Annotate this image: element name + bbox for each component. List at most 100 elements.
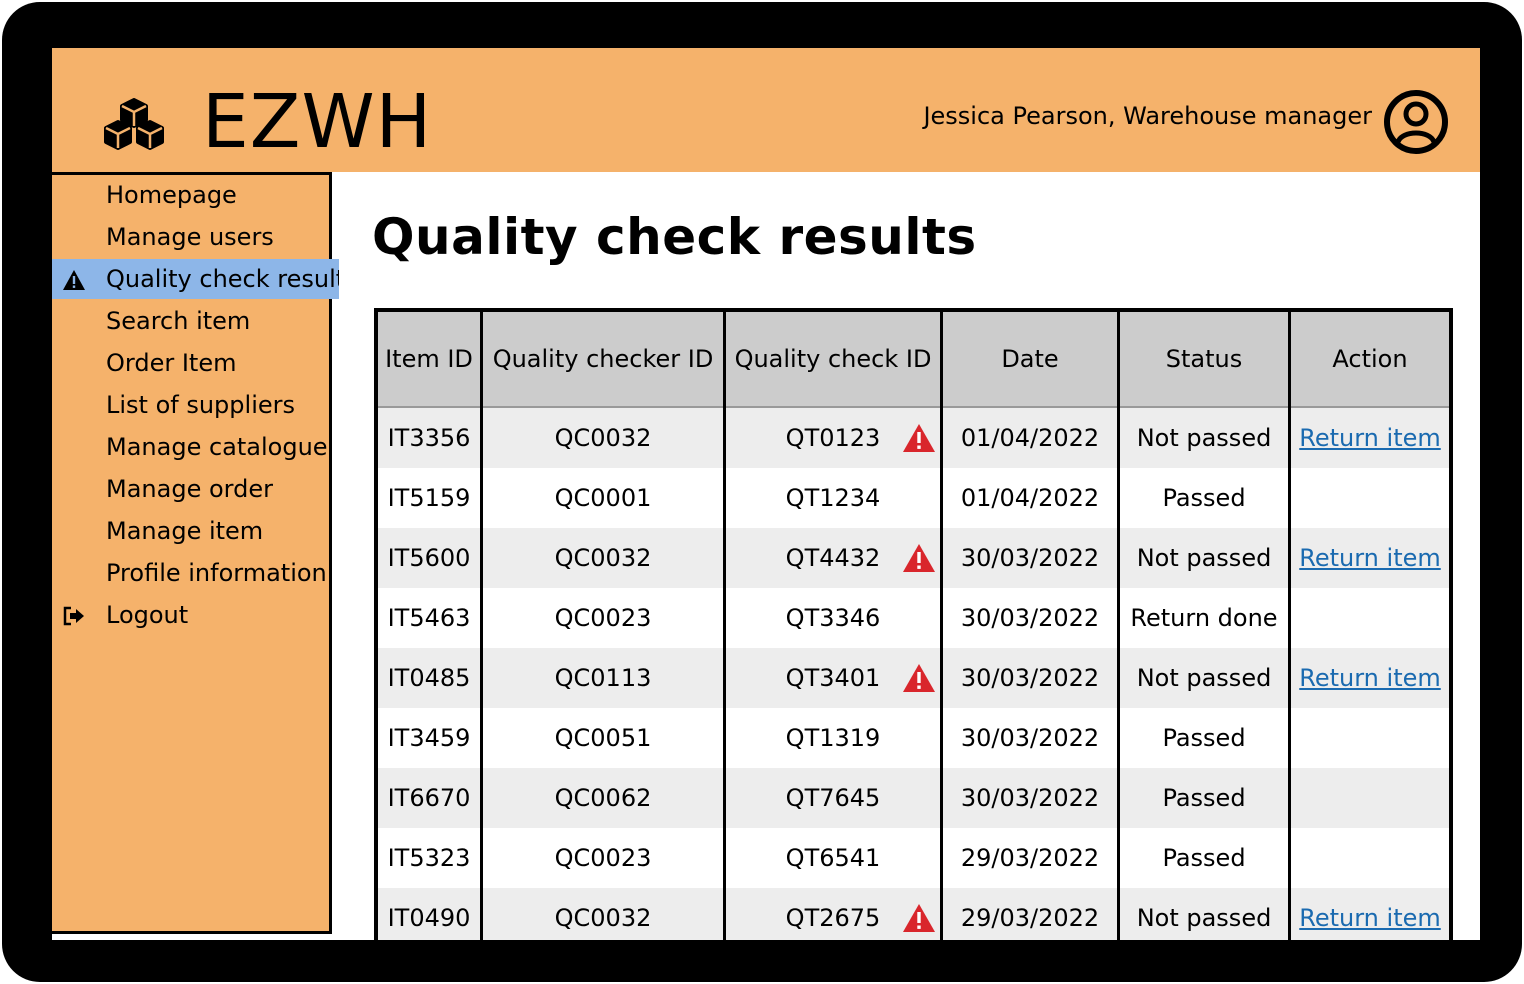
table-row: IT0485 QC0113 QT3401 30/03/2022 Not passed Re… [374, 648, 1453, 708]
cell-quality-check-id: QT1319 [723, 708, 943, 768]
app-screen: EZWH Jessica Pearson, Warehouse manager … [52, 48, 1480, 940]
warning-icon [903, 424, 935, 452]
column-header-quality-checker-id: Quality checker ID [480, 310, 726, 408]
cell-status: Not passed [1117, 407, 1291, 468]
column-header-date: Date [940, 310, 1120, 408]
cell-quality-checker-id: QC0032 [480, 407, 726, 468]
table-row: IT6670 QC0062 QT7645 30/03/2022 Passed [374, 768, 1453, 828]
cell-status-text: Not passed [1136, 424, 1272, 452]
sidebar-item-label: Search item [106, 307, 251, 335]
table-row: IT5323 QC0023 QT6541 29/03/2022 Passed [374, 828, 1453, 888]
table-row: IT5463 QC0023 QT3346 30/03/2022 Return done [374, 588, 1453, 648]
table-row: IT3459 QC0051 QT1319 30/03/2022 Passed [374, 708, 1453, 768]
cell-quality-checker-id-text: QC0032 [554, 424, 652, 452]
cell-status-text: Passed [1162, 724, 1246, 752]
sidebar-item-label: Logout [106, 601, 189, 629]
sidebar-item-label: Manage users [106, 223, 274, 251]
cell-status-text: Return done [1130, 604, 1278, 632]
cell-action [1288, 828, 1453, 888]
cell-quality-check-id-text: QT6541 [785, 844, 881, 872]
warning-icon [903, 664, 935, 692]
cell-quality-check-id: QT1234 [723, 468, 943, 528]
cell-status-text: Not passed [1136, 664, 1272, 692]
column-header-item-id: Item ID [374, 310, 483, 408]
sidebar-item-quality-check-results[interactable]: Quality check results [52, 259, 339, 299]
sidebar-item-list-of-suppliers[interactable]: List of suppliers [52, 385, 339, 425]
cell-item-id-text: IT3356 [387, 424, 471, 452]
cell-item-id-text: IT6670 [387, 784, 471, 812]
warning-icon [63, 270, 85, 290]
table-row: IT0490 QC0032 QT2675 29/03/2022 Not passed Re… [374, 888, 1453, 940]
cell-quality-checker-id: QC0032 [480, 528, 726, 588]
sidebar-item-search-item[interactable]: Search item [52, 301, 339, 341]
sidebar-item-order-item[interactable]: Order Item [52, 343, 339, 383]
app-header: EZWH Jessica Pearson, Warehouse manager [52, 48, 1480, 172]
user-avatar-icon[interactable] [1384, 90, 1448, 154]
cell-quality-checker-id: QC0051 [480, 708, 726, 768]
cell-item-id-text: IT3459 [387, 724, 471, 752]
return-item-link[interactable]: Return item [1299, 544, 1441, 572]
table-header-row: Item ID Quality checker ID Quality check… [374, 310, 1453, 408]
return-item-link[interactable]: Return item [1299, 904, 1441, 932]
cell-date: 29/03/2022 [940, 828, 1120, 888]
cell-action [1288, 708, 1453, 768]
cell-item-id: IT6670 [374, 768, 483, 828]
cell-quality-checker-id-text: QC0032 [554, 904, 652, 932]
sidebar-item-logout[interactable]: Logout [52, 595, 339, 635]
cell-item-id-text: IT5323 [387, 844, 471, 872]
cell-quality-check-id-text: QT7645 [785, 784, 881, 812]
cell-date: 30/03/2022 [940, 528, 1120, 588]
sidebar-item-homepage[interactable]: Homepage [52, 175, 339, 215]
return-item-link[interactable]: Return item [1299, 664, 1441, 692]
cell-quality-check-id: QT2675 [723, 888, 943, 940]
cell-quality-check-id: QT0123 [723, 407, 943, 468]
cell-date: 30/03/2022 [940, 588, 1120, 648]
cell-item-id: IT5323 [374, 828, 483, 888]
device-frame: EZWH Jessica Pearson, Warehouse manager … [2, 2, 1522, 982]
sidebar-nav: Homepage Manage users Quality check resu… [52, 172, 339, 934]
app-brand: EZWH [202, 79, 433, 165]
return-item-link[interactable]: Return item [1299, 424, 1441, 452]
sidebar-item-label: Manage item [106, 517, 264, 545]
cell-quality-checker-id-text: QC0023 [554, 844, 652, 872]
sidebar-item-manage-users[interactable]: Manage users [52, 217, 339, 257]
table-row: IT3356 QC0032 QT0123 01/04/2022 Not passed Re… [374, 407, 1453, 468]
cell-item-id-text: IT0485 [387, 664, 471, 692]
cell-date-text: 29/03/2022 [960, 844, 1100, 872]
cell-date: 30/03/2022 [940, 768, 1120, 828]
sidebar-item-manage-item[interactable]: Manage item [52, 511, 339, 551]
cell-item-id: IT3356 [374, 407, 483, 468]
cell-quality-check-id-text: QT1319 [785, 724, 881, 752]
cell-action: Return item [1288, 888, 1453, 940]
cell-date-text: 30/03/2022 [960, 724, 1100, 752]
cell-quality-check-id: QT7645 [723, 768, 943, 828]
cell-item-id: IT0490 [374, 888, 483, 940]
cell-quality-checker-id: QC0032 [480, 888, 726, 940]
sidebar-item-label: Order Item [106, 349, 237, 377]
cell-date: 01/04/2022 [940, 468, 1120, 528]
sidebar-item-profile-information[interactable]: Profile information [52, 553, 339, 593]
cell-action: Return item [1288, 528, 1453, 588]
cell-quality-checker-id: QC0113 [480, 648, 726, 708]
cell-quality-checker-id-text: QC0051 [554, 724, 652, 752]
warning-icon [903, 904, 935, 932]
cell-quality-check-id-text: QT4432 [785, 544, 881, 572]
cell-quality-checker-id: QC0023 [480, 828, 726, 888]
current-user-label: Jessica Pearson, Warehouse manager [923, 102, 1372, 130]
sidebar-item-manage-catalogue[interactable]: Manage catalogue [52, 427, 339, 467]
cell-date-text: 29/03/2022 [960, 904, 1100, 932]
cell-status-text: Not passed [1136, 544, 1272, 572]
cell-quality-check-id-text: QT1234 [785, 484, 881, 512]
cell-status: Passed [1117, 828, 1291, 888]
cell-quality-checker-id: QC0062 [480, 768, 726, 828]
table-row: IT5159 QC0001 QT1234 01/04/2022 Passed [374, 468, 1453, 528]
sidebar-item-label: Homepage [106, 181, 237, 209]
cell-item-id-text: IT5463 [387, 604, 471, 632]
sidebar-item-manage-order[interactable]: Manage order [52, 469, 339, 509]
cell-date-text: 01/04/2022 [960, 424, 1100, 452]
cell-item-id: IT0485 [374, 648, 483, 708]
cell-item-id: IT5463 [374, 588, 483, 648]
cell-quality-check-id: QT3346 [723, 588, 943, 648]
cell-status: Return done [1117, 588, 1291, 648]
cell-quality-checker-id-text: QC0062 [554, 784, 652, 812]
